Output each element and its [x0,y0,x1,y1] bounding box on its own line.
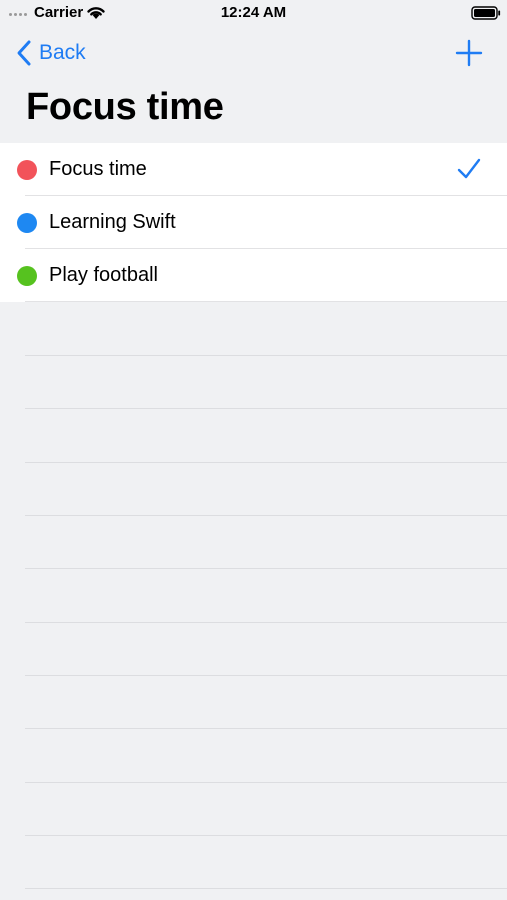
plus-icon[interactable] [454,38,484,68]
row-separator [25,568,507,569]
checkmark-icon [457,158,481,179]
list-item-label: Play football [49,264,158,286]
list-item-label: Focus time [49,158,147,180]
back-button-label: Back [39,41,86,64]
list-item[interactable]: Learning Swift [0,196,507,249]
color-dot-icon [17,159,37,180]
row-separator [25,782,507,783]
color-dot-icon [17,265,37,286]
row-separator [25,622,507,623]
empty-table-area [25,302,507,900]
row-separator [25,888,507,889]
list-item-label: Learning Swift [49,211,176,233]
list-item[interactable]: Focus time [0,143,507,196]
row-separator [25,835,507,836]
row-separator [25,408,507,409]
list-item[interactable]: Play football [0,249,507,302]
row-separator [25,355,507,356]
chevron-left-icon [17,40,31,66]
signal-strength-icon [9,13,27,16]
back-button[interactable]: Back [15,38,86,68]
row-separator [25,515,507,516]
row-separator [25,728,507,729]
wifi-icon [87,7,105,19]
row-separator [25,462,507,463]
category-list: Focus time Learning Swift Play football [0,143,507,302]
page-title: Focus time [26,86,224,128]
row-separator [25,675,507,676]
battery-icon [471,6,501,20]
status-bar: Carrier 12:24 AM [0,0,507,26]
carrier-name: Carrier [34,4,84,21]
color-dot-icon [17,212,37,233]
